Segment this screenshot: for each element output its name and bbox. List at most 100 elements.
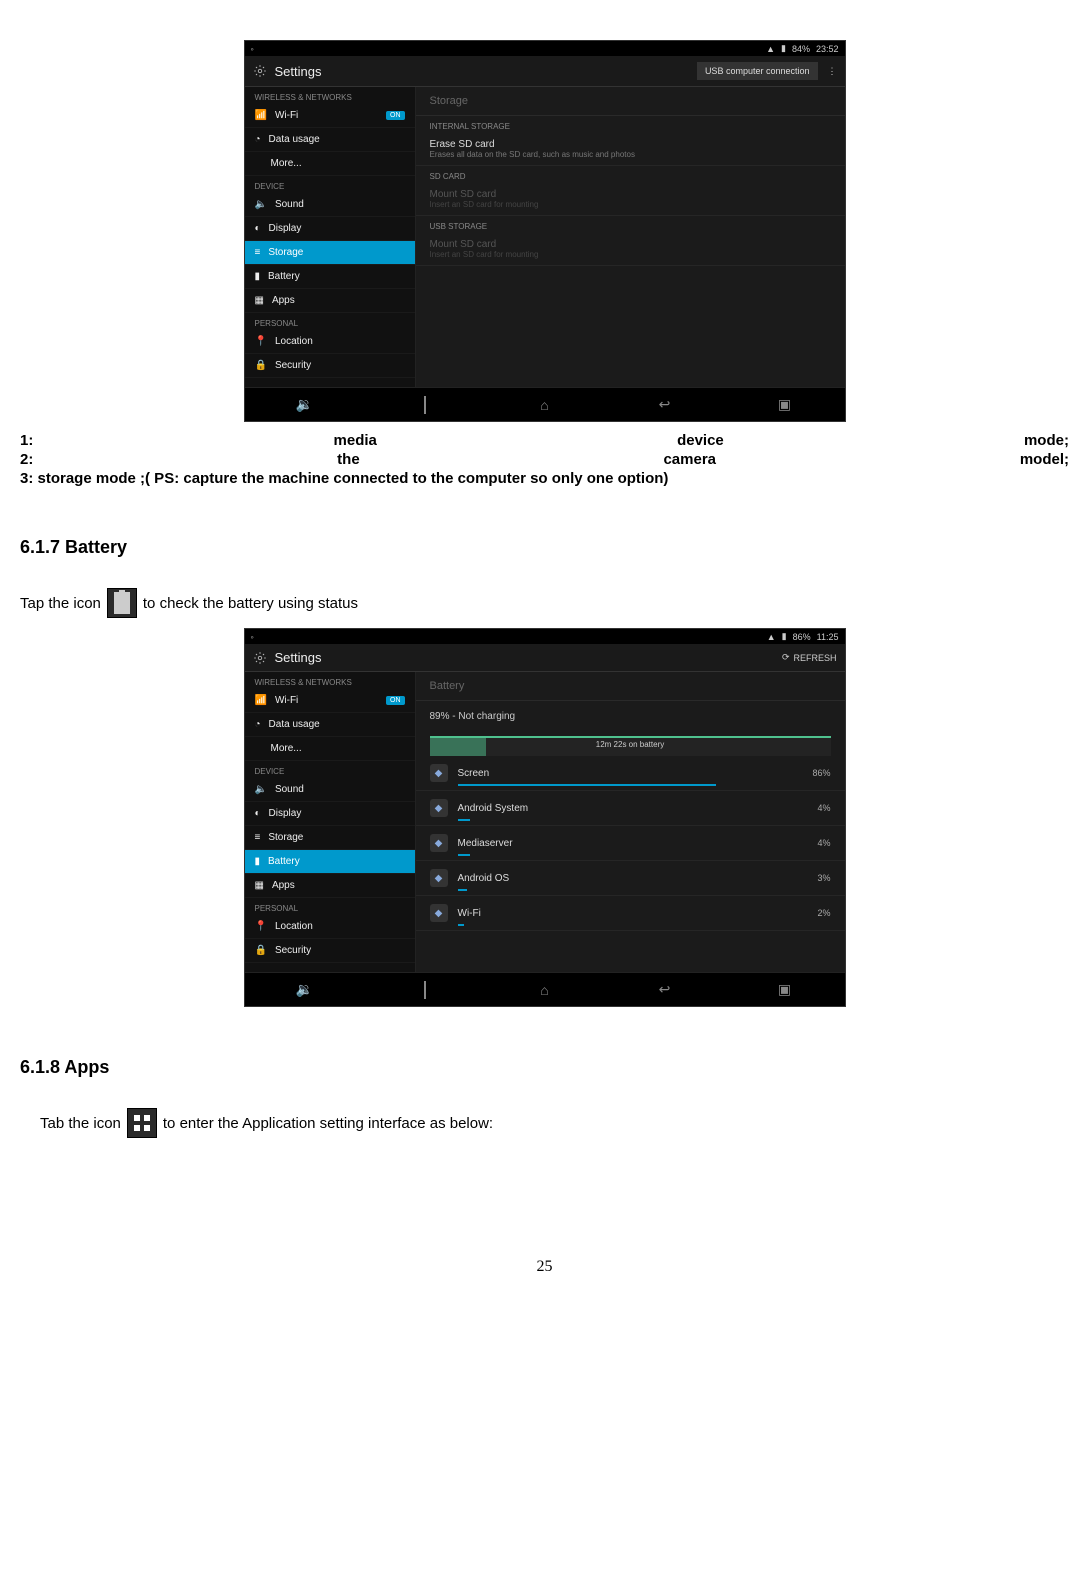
nav-screenshot-icon[interactable]: ▣ — [765, 396, 805, 413]
sidebar-item-security[interactable]: 🔒Security — [245, 354, 415, 378]
nav-home-icon[interactable]: ⌂ — [525, 397, 565, 413]
sidebar-item-display[interactable]: ◐Display — [245, 217, 415, 241]
sidebar-item-sound[interactable]: 🔈 Sound — [245, 193, 415, 217]
apps-instruction-post: to enter the Application setting interfa… — [163, 1115, 493, 1132]
sidebar-security-label: Security — [275, 360, 311, 371]
nav-recent-icon[interactable] — [405, 982, 445, 998]
l2b: the — [337, 451, 360, 468]
sidebar-item-security[interactable]: 🔒Security — [245, 939, 415, 963]
location-icon: 📍 — [255, 921, 267, 932]
sidebar-item-apps[interactable]: ▦ Apps — [245, 874, 415, 898]
erase-sd-card-item[interactable]: Erase SD card Erases all data on the SD … — [416, 133, 845, 166]
sidebar-item-location[interactable]: 📍Location — [245, 330, 415, 354]
action-bar: Settings ⟳ REFRESH — [245, 644, 845, 672]
sidebar-item-storage[interactable]: ≡Storage — [245, 826, 415, 850]
display-icon: ◐ — [255, 223, 261, 234]
sidebar-item-display[interactable]: ◐ Display — [245, 802, 415, 826]
usage-row[interactable]: ◆Wi-Fi2% — [416, 896, 845, 931]
wifi-toggle[interactable]: ON — [386, 111, 405, 120]
sidebar-apps-label: Apps — [272, 295, 295, 306]
nav-bar: 🔉 ⌂ ↩ ▣ — [245, 972, 845, 1006]
sidebar-display-label: Display — [269, 808, 302, 819]
sidebar-item-location[interactable]: 📍 Location — [245, 915, 415, 939]
refresh-button[interactable]: ⟳ REFRESH — [782, 652, 837, 663]
wifi-icon: ▲ — [767, 632, 776, 642]
apps-icon: ▦ — [255, 880, 264, 891]
wifi-toggle[interactable]: ON — [386, 696, 405, 705]
usage-app-icon: ◆ — [430, 834, 448, 852]
sidebar-location-label: Location — [275, 921, 313, 932]
sidebar-apps-label: Apps — [272, 880, 295, 891]
sidebar-section-device: DEVICE — [245, 761, 415, 778]
battery-icon: ▮ — [255, 271, 261, 282]
usage-app-pct: 4% — [817, 838, 830, 848]
battery-icon: ▮ — [782, 631, 787, 642]
usage-row[interactable]: ◆Android OS3% — [416, 861, 845, 896]
battery-chart[interactable]: 12m 22s on battery — [430, 736, 831, 756]
section-sd-card: SD CARD — [416, 166, 845, 183]
content-title: Storage — [430, 95, 469, 107]
battery-chart-label: 12m 22s on battery — [596, 740, 664, 749]
display-icon: ◐ — [255, 808, 261, 819]
section-6-1-7-heading: 6.1.7 Battery — [20, 537, 1069, 558]
lock-icon: 🔒 — [255, 945, 267, 956]
sidebar-sound-label: Sound — [275, 784, 304, 795]
mount-usb-subtitle: Insert an SD card for mounting — [430, 250, 831, 259]
sidebar-item-more[interactable]: More... — [245, 737, 415, 761]
sidebar-item-wifi[interactable]: 📶Wi-Fi ON — [245, 689, 415, 713]
battery-instruction-pre: Tap the icon — [20, 595, 101, 612]
storage-content: Storage INTERNAL STORAGE Erase SD card E… — [416, 87, 845, 387]
sidebar-item-storage[interactable]: ≡Storage — [245, 241, 415, 265]
sidebar-storage-label: Storage — [268, 247, 303, 258]
nav-volume-icon[interactable]: 🔉 — [285, 396, 325, 413]
sidebar-data-usage-label: Data usage — [269, 134, 320, 145]
sidebar-battery-label: Battery — [268, 271, 300, 282]
wifi-icon: 📶 — [255, 695, 267, 706]
nav-home-icon[interactable]: ⌂ — [525, 982, 565, 998]
clock: 23:52 — [816, 44, 839, 54]
sidebar-item-data-usage[interactable]: ◔Data usage — [245, 713, 415, 737]
sidebar-section-personal: PERSONAL — [245, 313, 415, 330]
battery-pct: 84% — [792, 44, 810, 54]
sound-icon: 🔈 — [255, 199, 267, 210]
sidebar-item-battery[interactable]: ▮ Battery — [245, 265, 415, 289]
sidebar-item-more[interactable]: More... — [245, 152, 415, 176]
nav-recent-icon[interactable] — [405, 397, 445, 413]
sidebar-item-sound[interactable]: 🔈Sound — [245, 778, 415, 802]
sidebar-sound-label: Sound — [275, 199, 304, 210]
sidebar-item-data-usage[interactable]: ◔ Data usage — [245, 128, 415, 152]
nav-back-icon[interactable]: ↩ — [645, 981, 685, 998]
battery-icon — [107, 588, 137, 618]
battery-pct: 86% — [793, 632, 811, 642]
actionbar-title: Settings — [275, 650, 322, 665]
l1c: device — [677, 432, 724, 449]
battery-instruction-post: to check the battery using status — [143, 595, 358, 612]
data-usage-icon: ◔ — [255, 134, 261, 145]
l1a: 1: — [20, 432, 33, 449]
mode-line-3: 3: storage mode ;( PS: capture the machi… — [20, 470, 1069, 487]
sidebar-more-label: More... — [271, 743, 302, 754]
usage-app-pct: 4% — [817, 803, 830, 813]
sidebar-item-battery[interactable]: ▮Battery — [245, 850, 415, 874]
actionbar-title: Settings — [275, 64, 322, 79]
apps-instruction-pre: Tab the icon — [40, 1115, 121, 1132]
sidebar-section-personal: PERSONAL — [245, 898, 415, 915]
sidebar-item-wifi[interactable]: 📶Wi-Fi ON — [245, 104, 415, 128]
sidebar-more-label: More... — [271, 158, 302, 169]
apps-icon: ▦ — [255, 295, 264, 306]
sidebar-battery-label: Battery — [268, 856, 300, 867]
overflow-icon[interactable]: ⋮ — [828, 66, 837, 77]
screenshot-storage: ◦ ▲ ▮ 84% 23:52 Settings USB computer co… — [244, 40, 846, 422]
usage-row[interactable]: ◆Android System4% — [416, 791, 845, 826]
sidebar-wifi-label: Wi-Fi — [275, 110, 298, 121]
battery-usage-list: ◆Screen86%◆Android System4%◆Mediaserver4… — [416, 756, 845, 931]
nav-back-icon[interactable]: ↩ — [645, 396, 685, 413]
usage-row[interactable]: ◆Mediaserver4% — [416, 826, 845, 861]
usage-row[interactable]: ◆Screen86% — [416, 756, 845, 791]
mode-line-1: 1: media device mode; — [20, 432, 1069, 449]
sidebar-item-apps[interactable]: ▦ Apps — [245, 289, 415, 313]
nav-screenshot-icon[interactable]: ▣ — [765, 981, 805, 998]
location-icon: 📍 — [255, 336, 267, 347]
nav-volume-icon[interactable]: 🔉 — [285, 981, 325, 998]
usb-connection-button[interactable]: USB computer connection — [697, 62, 818, 80]
